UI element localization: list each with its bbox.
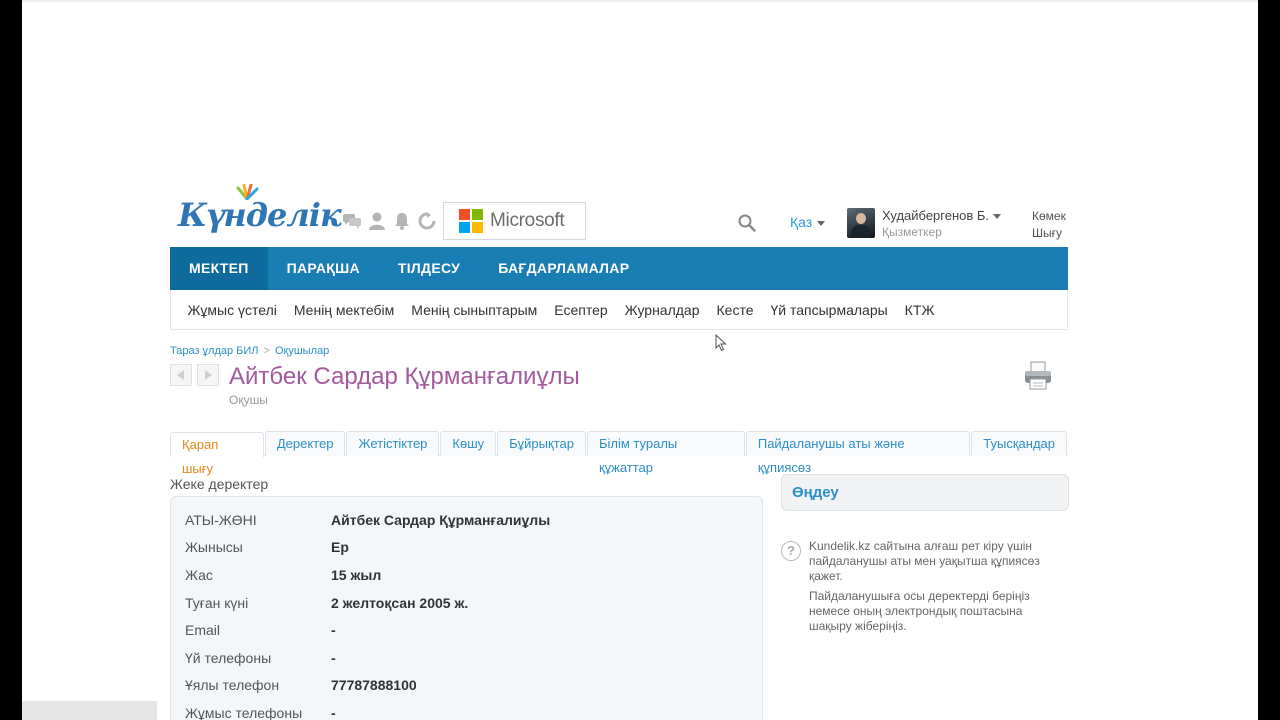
data-row-age: Жас 15 жыл [171, 561, 762, 589]
sub-nav-item-my-classes[interactable]: Менің сыныптарым [403, 290, 546, 329]
language-label: Қаз [790, 214, 813, 230]
row-value: 2 желтоқсан 2005 ж. [331, 594, 469, 611]
next-button[interactable] [197, 364, 219, 386]
row-label: Үй телефоны [185, 649, 272, 666]
tab-credentials[interactable]: Пайдаланушы аты және құпиясөз [745, 431, 971, 475]
microsoft-logo-icon [459, 209, 483, 233]
help-question-icon: ? [781, 541, 801, 561]
sub-nav-item-ktzh[interactable]: КТЖ [896, 290, 943, 329]
row-label: Ұялы телефон [185, 677, 280, 694]
tab-data[interactable]: Деректер [264, 431, 346, 456]
microsoft-button[interactable]: Microsoft [443, 202, 586, 240]
main-nav-item-profile[interactable]: ПАРАҚША [268, 247, 379, 290]
row-label: Жұмыс телефоны [185, 704, 303, 720]
content-wrapper: Күнделік Microsoft Қаз Худайбергенов Б. … [170, 0, 1069, 720]
main-nav: МЕКТЕП ПАРАҚША ТІЛДЕСУ БАҒДАРЛАМАЛАР [170, 247, 1068, 290]
row-label: АТЫ-ЖӨНІ [185, 511, 257, 528]
page: Күнделік Microsoft Қаз Худайбергенов Б. … [22, 0, 1258, 720]
tab-orders[interactable]: Бұйрықтар [497, 431, 586, 456]
tab-transfer[interactable]: Көшу [440, 431, 497, 456]
breadcrumb-separator: > [263, 345, 270, 357]
profile-tabs: Қарап шығу Деректер Жетістіктер Көшу Бұй… [170, 431, 1068, 476]
breadcrumb: Тараз ұлдар БИЛ > Оқушылар [170, 345, 329, 357]
help-link[interactable]: Көмек [1032, 209, 1066, 223]
sub-nav-item-homework[interactable]: Үй тапсырмалары [762, 290, 896, 329]
row-value: - [331, 649, 336, 666]
row-label: Жас [185, 566, 213, 583]
avatar[interactable] [847, 208, 875, 238]
sub-nav-item-desktop[interactable]: Жұмыс үстелі [179, 290, 285, 329]
row-value: - [331, 704, 336, 720]
section-title: Жеке деректер [170, 476, 269, 492]
tab-education-documents[interactable]: Білім туралы құжаттар [586, 431, 745, 475]
user-role: Қызметкер [882, 225, 942, 239]
row-value: Ер [331, 539, 349, 556]
arrow-left-icon [177, 370, 184, 380]
tab-achievements[interactable]: Жетістіктер [346, 431, 440, 456]
sub-nav: Жұмыс үстелі Менің мектебім Менің сыныпт… [170, 290, 1068, 330]
prev-button[interactable] [170, 364, 192, 386]
data-row-birthday: Туған күні 2 желтоқсан 2005 ж. [171, 589, 762, 617]
language-selector[interactable]: Қаз [790, 214, 826, 230]
breadcrumb-item-students[interactable]: Оқушылар [275, 345, 329, 357]
sub-nav-item-journals[interactable]: Журналдар [616, 290, 708, 329]
header-icons [342, 210, 436, 232]
logout-link[interactable]: Шығу [1032, 226, 1062, 240]
row-value: Айтбек Сардар Құрманғалиұлы [331, 511, 551, 528]
tab-overview[interactable]: Қарап шығу [170, 432, 264, 476]
main-nav-item-messages[interactable]: ТІЛДЕСУ [379, 247, 479, 290]
row-value: - [331, 622, 336, 639]
breadcrumb-item-school[interactable]: Тараз ұлдар БИЛ [170, 345, 259, 357]
kundelik-logo[interactable]: Күнделік [178, 184, 342, 244]
data-row-work-phone: Жұмыс телефоны - [171, 699, 762, 720]
sub-nav-item-my-school[interactable]: Менің мектебім [285, 290, 402, 329]
chat-icon[interactable] [342, 210, 361, 232]
search-icon[interactable] [738, 214, 756, 232]
page-subtitle: Оқушы [229, 393, 268, 407]
microsoft-label: Microsoft [490, 210, 565, 231]
main-nav-item-programs[interactable]: БАҒДАРЛАМАЛАР [479, 247, 648, 290]
row-label: Жынысы [185, 539, 243, 556]
edit-button[interactable]: Өңдеу [781, 474, 1069, 511]
row-label: Email [185, 622, 221, 639]
page-title: Айтбек Сардар Құрманғалиұлы [229, 363, 580, 390]
arrow-right-icon [205, 370, 212, 380]
horizontal-scrollbar[interactable] [22, 701, 157, 720]
logo-text: Күнделік [178, 196, 342, 234]
user-icon[interactable] [367, 210, 386, 232]
data-row-email: Email - [171, 616, 762, 644]
printer-icon[interactable] [1022, 360, 1054, 392]
data-row-mobile-phone: Ұялы телефон 77787888100 [171, 672, 762, 700]
data-row-gender: Жынысы Ер [171, 534, 762, 562]
mouse-cursor-icon [715, 334, 727, 352]
tab-relatives[interactable]: Туысқандар [971, 431, 1067, 456]
personal-data-panel: АТЫ-ЖӨНІ Айтбек Сардар Құрманғалиұлы Жын… [170, 496, 763, 720]
row-label: Туған күні [185, 594, 249, 611]
chevron-down-icon [817, 220, 826, 226]
user-name: Худайбергенов Б. [882, 208, 990, 223]
refresh-icon[interactable] [417, 210, 436, 232]
row-value: 77787888100 [331, 677, 417, 694]
data-row-full-name: АТЫ-ЖӨНІ Айтбек Сардар Құрманғалиұлы [171, 506, 762, 534]
data-row-home-phone: Үй телефоны - [171, 644, 762, 672]
main-nav-item-school[interactable]: МЕКТЕП [170, 247, 268, 290]
row-value: 15 жыл [331, 566, 382, 583]
sub-nav-item-schedule[interactable]: Кесте [708, 290, 762, 329]
bell-icon[interactable] [392, 210, 411, 232]
sub-nav-item-reports[interactable]: Есептер [546, 290, 616, 329]
user-menu[interactable]: Худайбергенов Б. [882, 208, 1002, 223]
info-text-send-invite: Пайдаланушыға осы деректерді беріңіз нем… [809, 589, 1030, 633]
info-text-first-login: Kundelik.kz сайтына алғаш рет кіру үшін … [809, 539, 1040, 583]
chevron-down-icon [993, 214, 1002, 220]
